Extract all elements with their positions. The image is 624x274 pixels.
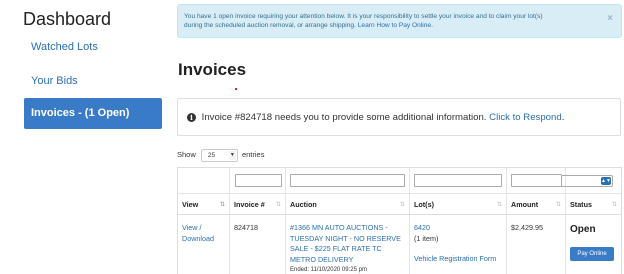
dashboard-title: Dashboard (23, 9, 112, 29)
status-badge: Open (570, 224, 596, 235)
close-icon[interactable]: × (607, 14, 613, 24)
sort-icon: ⇅ (555, 202, 561, 208)
chevron-down-icon: ▼ (228, 150, 236, 160)
col-invoice[interactable]: Invoice # ⇅ (230, 194, 286, 214)
pay-online-button[interactable]: Pay Online (570, 246, 614, 261)
sidebar-item-invoices[interactable]: Invoices - (1 Open) (24, 98, 162, 129)
pay-online-help-link[interactable]: Learn How to Pay Online. (358, 22, 433, 29)
auction-link-line1[interactable]: #1366 MN AUTO AUCTIONS - (290, 223, 405, 234)
lot-filter-input[interactable] (414, 174, 502, 187)
info-alert: You have 1 open invoice requiring your a… (177, 4, 622, 38)
invoice-filter-input[interactable] (235, 174, 282, 187)
table-row: View / Download 824718 #1366 MN AUTO AUC… (178, 215, 621, 274)
alert-text-line2: during the scheduled auction removal, or… (184, 22, 356, 29)
show-label: Show (177, 150, 196, 159)
auction-link-line3[interactable]: SALE - $225 FLAT RATE TC (290, 244, 405, 255)
decorative-dot (235, 88, 237, 90)
col-view[interactable]: View ⇅ (178, 194, 230, 214)
invoices-table: ▲▼ View ⇅ Invoice # ⇅ Auction ⇅ Lot(s) ⇅ Amo… (177, 167, 622, 274)
sort-icon: ⇅ (219, 202, 225, 208)
invoice-number: 824718 (234, 223, 258, 232)
alert-text-line1: You have 1 open invoice requiring your a… (184, 13, 543, 20)
view-link[interactable]: View / (182, 223, 225, 234)
auction-filter-input[interactable] (290, 174, 405, 187)
vehicle-registration-link[interactable]: Vehicle Registration Form (414, 254, 502, 265)
chevron-updown-icon: ▲▼ (601, 177, 611, 185)
entries-value: 25 (207, 151, 216, 159)
lot-count: (1 item) (414, 233, 439, 243)
sidebar-item-watched-lots[interactable]: Watched Lots (24, 41, 162, 53)
lot-link[interactable]: 6420 (414, 223, 502, 234)
sort-icon: ⇅ (496, 202, 502, 208)
sort-icon: ⇅ (275, 202, 281, 208)
auction-link-line2[interactable]: TUESDAY NIGHT - NO RESERVE (290, 234, 405, 245)
col-lots[interactable]: Lot(s) ⇅ (410, 194, 507, 214)
sidebar-item-your-bids[interactable]: Your Bids (24, 75, 162, 87)
entries-select[interactable]: 25 ▼ (200, 148, 238, 162)
col-amount[interactable]: Amount ⇅ (507, 194, 566, 214)
respond-link[interactable]: Click to Respond (489, 112, 562, 123)
entries-label: entries (241, 150, 265, 159)
col-status[interactable]: Status ⇅ (566, 194, 621, 214)
header-row: View ⇅ Invoice # ⇅ Auction ⇅ Lot(s) ⇅ Amount… (178, 194, 621, 215)
show-entries: Show 25 ▼ entries (177, 148, 264, 162)
sort-icon: ⇅ (611, 202, 617, 208)
amount-filter-input[interactable] (511, 174, 562, 187)
invoice-notice: i Invoice #824718 needs you to provide s… (177, 98, 621, 136)
invoice-amount: $2,429.95 (511, 223, 543, 232)
auction-link-line4[interactable]: METRO DELIVERY (290, 255, 405, 266)
notice-suffix: . (561, 112, 565, 123)
sort-icon: ⇅ (399, 202, 405, 208)
filter-row: ▲▼ (178, 168, 621, 194)
notice-text: Invoice #824718 needs you to provide som… (201, 112, 487, 123)
col-auction[interactable]: Auction ⇅ (286, 194, 410, 214)
sidebar: Dashboard Watched Lots Your Bids Invoice… (0, 0, 170, 274)
status-filter-select[interactable]: ▲▼ (561, 175, 613, 187)
info-icon: i (187, 113, 196, 122)
download-link[interactable]: Download (182, 234, 225, 245)
page-title: Invoices (178, 60, 247, 79)
auction-ended-date: Ended: 11/10/2020 09:25 pm (290, 267, 367, 273)
